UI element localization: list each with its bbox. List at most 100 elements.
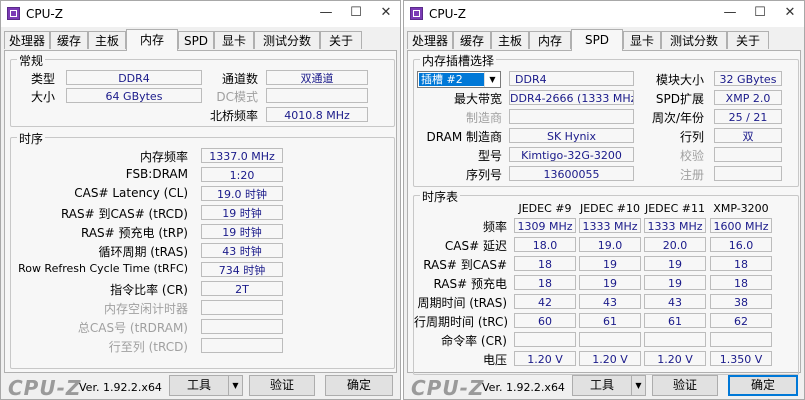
timing-label-trdram: 总CAS号 (tRDRAM): [77, 321, 188, 335]
minimize-icon[interactable]: —: [715, 3, 745, 23]
cell-value: 18: [514, 256, 576, 271]
cell-value: 19: [579, 256, 641, 271]
channels-value: 双通道: [266, 70, 368, 85]
tab-about[interactable]: 关于: [320, 31, 362, 49]
cell-value: 61: [579, 313, 641, 328]
cell-value: 1333 MHz: [579, 218, 641, 233]
tab-spd[interactable]: SPD: [571, 29, 623, 51]
timing-label-tras: 循环周期 (tRAS): [98, 245, 188, 259]
tab-bench[interactable]: 测试分数: [661, 31, 727, 49]
timing-value-trfc: 734 时钟: [201, 262, 283, 277]
spd-pane: 内存插槽选择 插槽 #2 ▼ DDR4 模块大小 32 GBytes 最大带宽 …: [407, 50, 801, 375]
row-label-command-rate: 命令率 (CR): [441, 334, 507, 348]
memory-pane: 常规 类型 DDR4 大小 64 GBytes 通道数 双通道 DC模式 北桥频…: [4, 50, 397, 373]
general-group-title: 常规: [17, 52, 46, 69]
part-number-label: 型号: [477, 149, 502, 163]
manufacturer-value: [509, 109, 634, 124]
row-label-frequency: 频率: [482, 220, 507, 234]
cell-value: 16.0: [710, 237, 772, 252]
title-bar[interactable]: CPU-Z — ☐ ✕: [1, 1, 400, 27]
part-number-value: Kimtigo-32G-3200: [509, 147, 634, 162]
timing-label-fsb-dram: FSB:DRAM: [125, 167, 188, 181]
window-title: CPU-Z: [26, 7, 63, 21]
cell-value: 18: [710, 256, 772, 271]
tools-button[interactable]: 工具: [572, 375, 632, 396]
footer-bar: CPU-Z Ver. 1.92.2.x64 工具 ▼ 验证 确定: [1, 373, 400, 400]
tab-graphics[interactable]: 显卡: [214, 31, 254, 49]
timing-value-trcd: 19 时钟: [201, 205, 283, 220]
maximize-icon[interactable]: ☐: [341, 3, 371, 23]
slot-group: 内存插槽选择 插槽 #2 ▼ DDR4 模块大小 32 GBytes 最大带宽 …: [413, 52, 799, 187]
cell-value: [710, 332, 772, 347]
timings-group: 时序 内存频率 1337.0 MHz FSB:DRAM 1:20 CAS# La…: [10, 130, 395, 369]
minimize-icon[interactable]: —: [311, 3, 341, 23]
cell-value: [514, 332, 576, 347]
tab-mainboard[interactable]: 主板: [491, 31, 529, 49]
close-icon[interactable]: ✕: [371, 3, 401, 23]
timing-label-trfc: Row Refresh Cycle Time (tRFC): [18, 262, 188, 275]
tab-about[interactable]: 关于: [727, 31, 769, 49]
tab-strip: 处理器 缓存 主板 内存 SPD 显卡 测试分数 关于: [404, 29, 804, 51]
close-icon[interactable]: ✕: [775, 3, 805, 23]
version-label: Ver. 1.92.2.x64: [482, 381, 565, 394]
cell-value: 19: [579, 275, 641, 290]
title-bar[interactable]: CPU-Z — ☐ ✕: [404, 1, 804, 27]
tab-caches[interactable]: 缓存: [50, 31, 88, 49]
column-header: JEDEC #9: [518, 202, 572, 215]
validate-button[interactable]: 验证: [652, 375, 718, 396]
timing-label-trp: RAS# 预充电 (tRP): [80, 226, 188, 240]
timing-table-title: 时序表: [420, 188, 461, 205]
cell-value: 1.20 V: [514, 351, 576, 366]
cell-value: 42: [514, 294, 576, 309]
ok-button[interactable]: 确定: [728, 375, 798, 396]
cell-value: 18.0: [514, 237, 576, 252]
tab-bench[interactable]: 测试分数: [254, 31, 320, 49]
timing-value-trp: 19 时钟: [201, 224, 283, 239]
timing-label-cr: 指令比率 (CR): [110, 283, 188, 297]
cell-value: 1.20 V: [644, 351, 706, 366]
timing-label-row-to-col: 行至列 (tRCD): [108, 340, 188, 354]
ranks-label: 行列: [679, 130, 704, 144]
max-bandwidth-value: DDR4-2666 (1333 MHz): [509, 90, 634, 105]
cpuz-window-spd: CPU-Z — ☐ ✕ 处理器 缓存 主板 内存 SPD 显卡 测试分数 关于 …: [403, 0, 805, 400]
chevron-down-icon[interactable]: ▼: [484, 72, 500, 87]
dram-mfr-label: DRAM 制造商: [426, 130, 502, 144]
maximize-icon[interactable]: ☐: [745, 3, 775, 23]
serial-label: 序列号: [465, 168, 502, 182]
row-label-tras: 周期时间 (tRAS): [417, 296, 507, 310]
cpuz-logo: CPU-Z: [8, 376, 82, 400]
tab-strip: 处理器 缓存 主板 内存 SPD 显卡 测试分数 关于: [1, 29, 400, 51]
row-label-ras-precharge: RAS# 预充电: [433, 277, 507, 291]
tab-memory[interactable]: 内存: [126, 29, 178, 51]
type-value: DDR4: [66, 70, 202, 85]
timing-table-group: 时序表 JEDEC #9 JEDEC #10 JEDEC #11 XMP-320…: [413, 188, 799, 375]
tab-spd[interactable]: SPD: [178, 31, 214, 49]
nb-freq-label: 北桥频率: [209, 109, 258, 123]
validate-button[interactable]: 验证: [249, 375, 315, 396]
tools-dropdown-icon[interactable]: ▼: [631, 375, 646, 396]
timing-label-idle-timer: 内存空闲计时器: [103, 302, 188, 316]
slot-group-title: 内存插槽选择: [420, 52, 497, 69]
channels-label: 通道数: [221, 72, 258, 86]
tools-button[interactable]: 工具: [169, 375, 229, 396]
tools-dropdown-icon[interactable]: ▼: [228, 375, 243, 396]
tab-caches[interactable]: 缓存: [453, 31, 491, 49]
tab-memory[interactable]: 内存: [529, 31, 571, 49]
timing-value-cl: 19.0 时钟: [201, 186, 283, 201]
tab-mainboard[interactable]: 主板: [88, 31, 126, 49]
version-label: Ver. 1.92.2.x64: [79, 381, 162, 394]
cell-value: 20.0: [644, 237, 706, 252]
cpuz-app-icon: [410, 7, 423, 20]
nb-freq-value: 4010.8 MHz: [266, 107, 368, 122]
cpuz-window-memory: CPU-Z — ☐ ✕ 处理器 缓存 主板 内存 SPD 显卡 测试分数 关于 …: [0, 0, 401, 400]
cell-value: 61: [644, 313, 706, 328]
tab-cpu[interactable]: 处理器: [4, 31, 50, 49]
ok-button[interactable]: 确定: [325, 375, 393, 396]
tab-cpu[interactable]: 处理器: [407, 31, 453, 49]
ranks-value: 双: [714, 128, 782, 143]
cell-value: 60: [514, 313, 576, 328]
dc-mode-label: DC模式: [216, 90, 258, 104]
timing-value-cr: 2T: [201, 281, 283, 296]
tab-graphics[interactable]: 显卡: [623, 31, 661, 49]
slot-select[interactable]: 插槽 #2 ▼: [417, 71, 501, 88]
